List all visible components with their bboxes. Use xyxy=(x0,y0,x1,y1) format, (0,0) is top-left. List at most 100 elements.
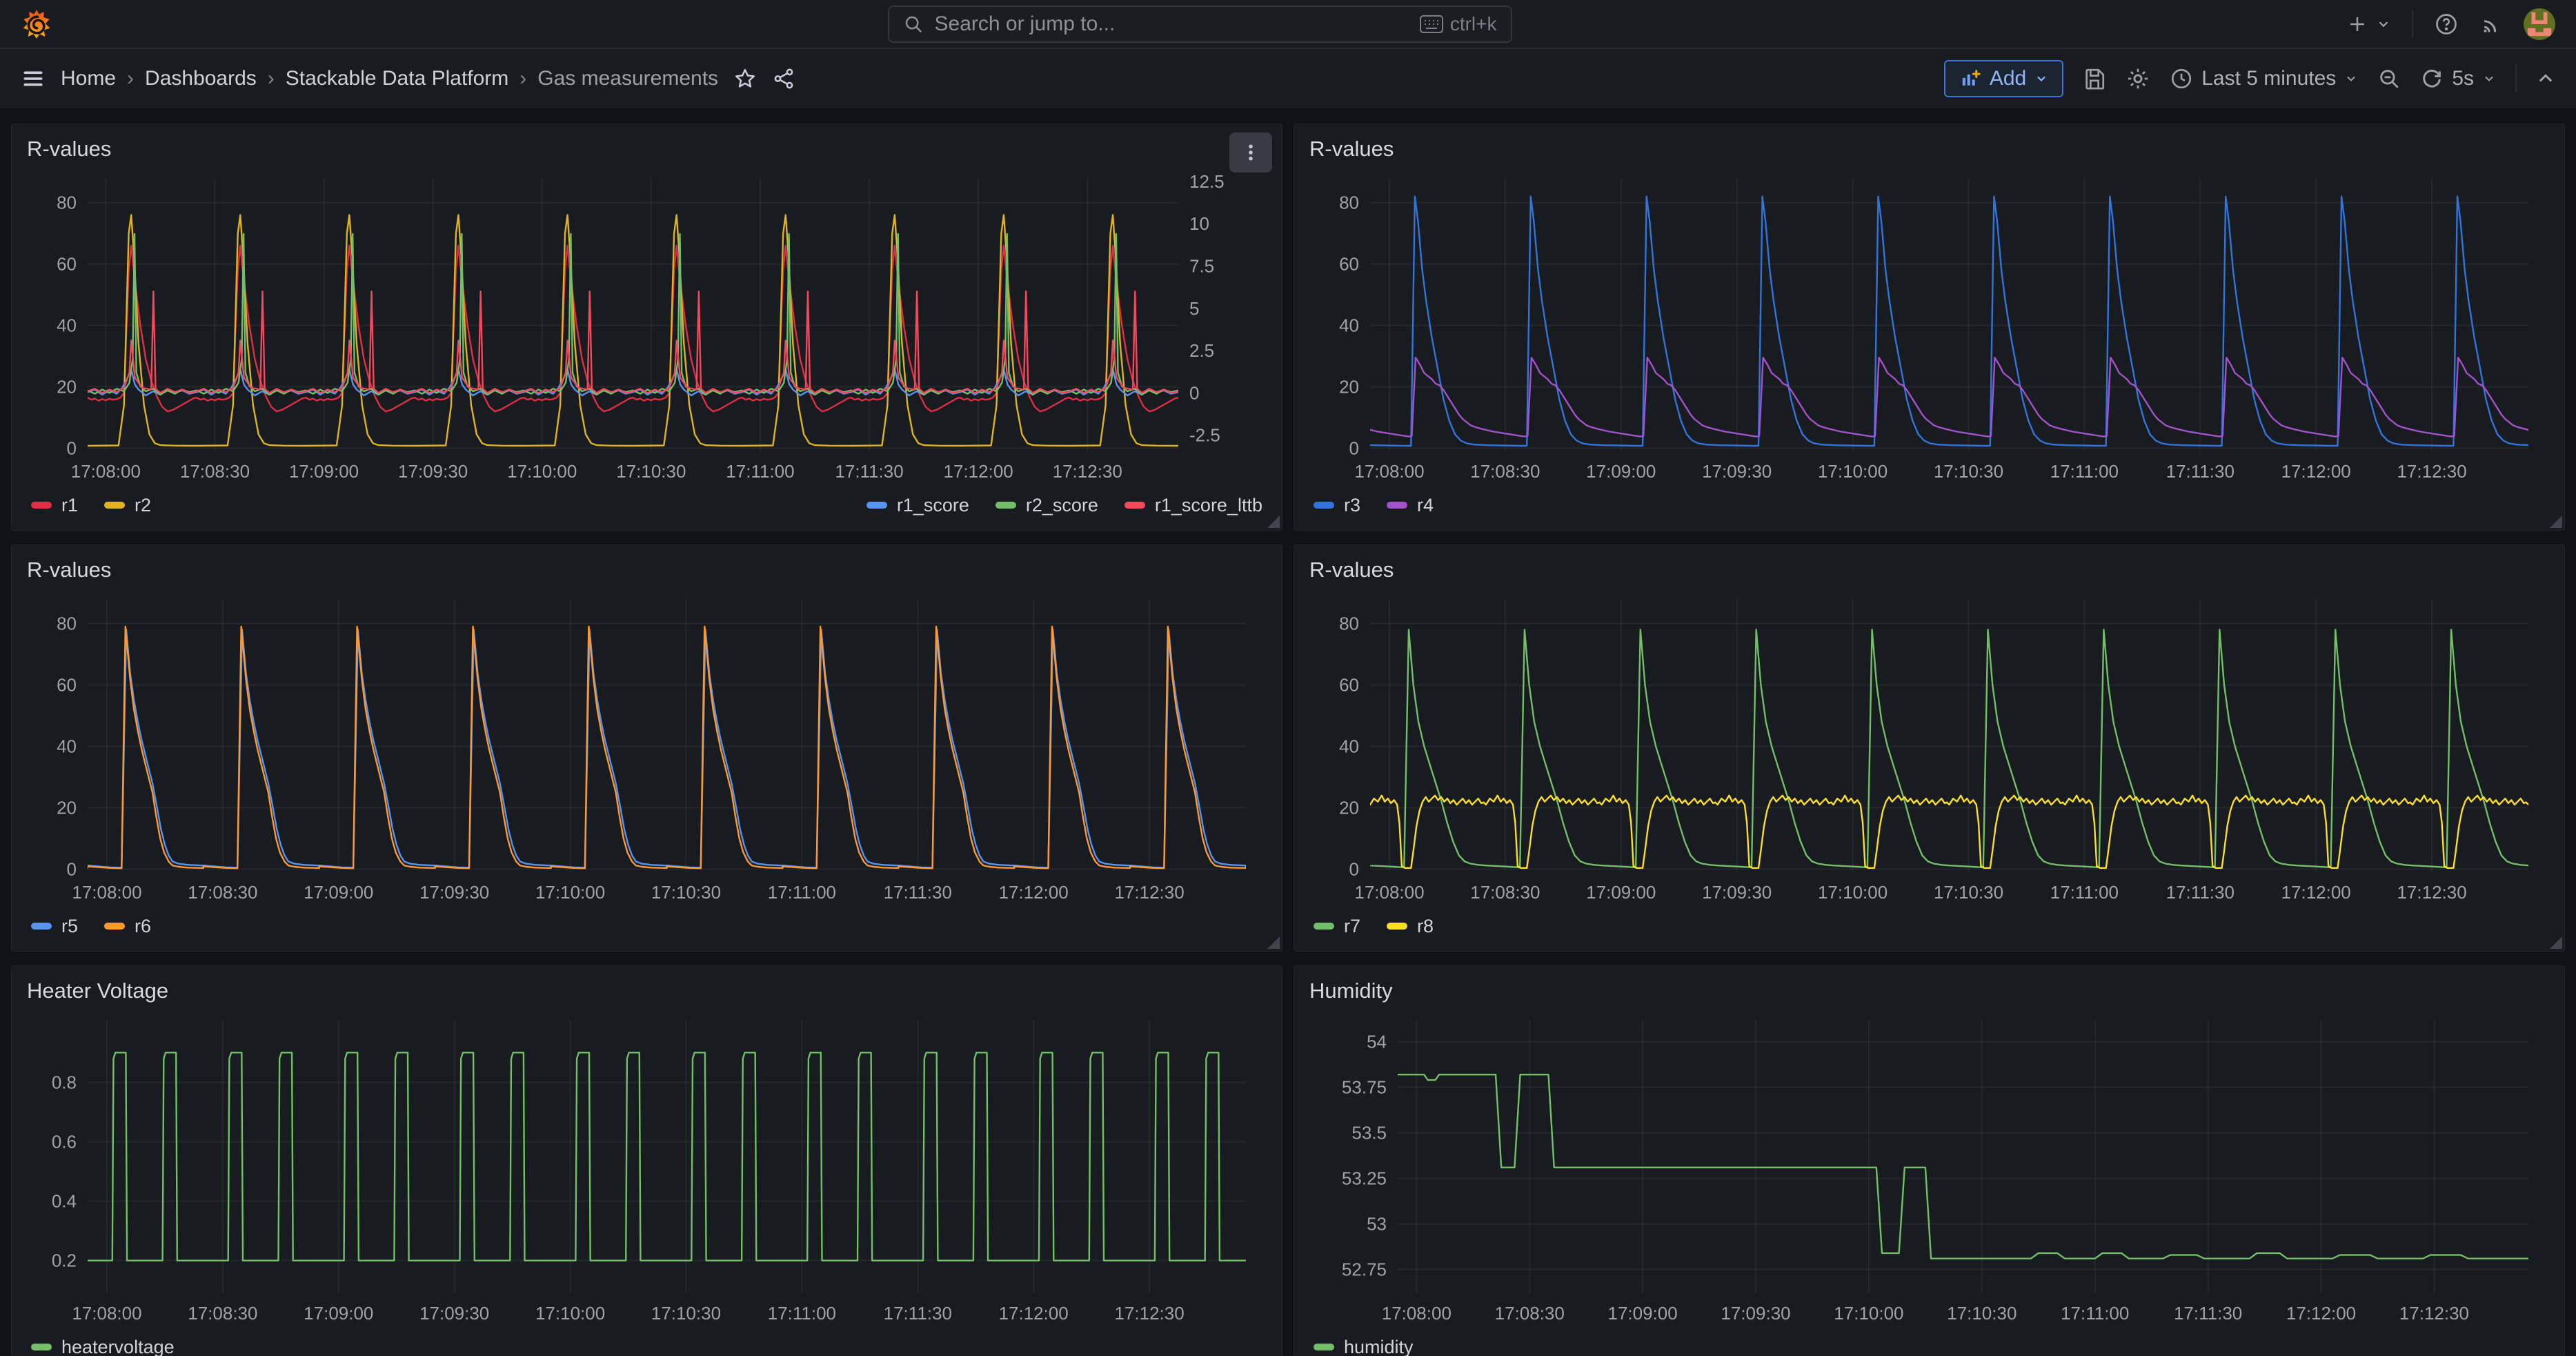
panel-title[interactable]: R-values xyxy=(1309,558,2549,589)
star-icon xyxy=(733,67,757,90)
legend-item[interactable]: r7 xyxy=(1314,916,1360,937)
svg-text:17:10:30: 17:10:30 xyxy=(1934,882,2003,903)
panel-legend: r3 r4 xyxy=(1309,489,2549,522)
time-series-chart[interactable]: 02040608017:08:0017:08:3017:09:0017:09:3… xyxy=(1309,168,2549,489)
svg-text:17:12:30: 17:12:30 xyxy=(2397,461,2466,482)
legend-label: heatervoltage xyxy=(61,1337,175,1356)
legend-item[interactable]: humidity xyxy=(1314,1337,1414,1356)
chevron-down-icon xyxy=(2482,72,2496,86)
panel-menu-button[interactable] xyxy=(1229,132,1272,173)
mega-menu-button[interactable] xyxy=(21,66,46,91)
svg-text:17:12:00: 17:12:00 xyxy=(2281,882,2351,903)
breadcrumb-item[interactable]: Dashboards xyxy=(145,67,257,90)
legend-item[interactable]: r6 xyxy=(104,916,151,937)
svg-text:20: 20 xyxy=(57,798,77,818)
svg-text:0.2: 0.2 xyxy=(52,1250,77,1271)
svg-text:17:12:30: 17:12:30 xyxy=(1053,461,1122,482)
dashboard-settings-button[interactable] xyxy=(2126,66,2150,91)
time-series-chart[interactable]: 02040608017:08:0017:08:3017:09:0017:09:3… xyxy=(27,589,1267,910)
svg-text:20: 20 xyxy=(1339,377,1359,397)
add-panel-button[interactable]: Add xyxy=(1944,60,2063,97)
svg-text:17:10:00: 17:10:00 xyxy=(535,1303,605,1324)
legend-item[interactable]: r3 xyxy=(1314,495,1360,516)
panel-title[interactable]: R-values xyxy=(27,558,1267,589)
collapse-toolbar-button[interactable] xyxy=(2536,69,2555,88)
svg-text:0.6: 0.6 xyxy=(52,1131,77,1152)
legend-swatch xyxy=(104,923,125,930)
svg-text:0.8: 0.8 xyxy=(52,1072,77,1092)
svg-text:17:11:00: 17:11:00 xyxy=(2050,461,2119,482)
svg-text:60: 60 xyxy=(1339,675,1359,696)
add-new-button[interactable] xyxy=(2347,14,2391,35)
refresh-picker[interactable]: 5s xyxy=(2420,67,2496,90)
svg-text:20: 20 xyxy=(57,377,77,397)
legend-label: r1_score xyxy=(897,495,969,516)
svg-text:10: 10 xyxy=(1189,213,1209,234)
svg-text:5: 5 xyxy=(1189,298,1199,319)
panel-resize-handle[interactable] xyxy=(1267,936,1280,949)
panel-title[interactable]: Heater Voltage xyxy=(27,979,1267,1010)
legend-label: r4 xyxy=(1417,495,1434,516)
legend-item[interactable]: r1_score_lttb xyxy=(1124,495,1262,516)
chart-canvas: 02040608017:08:0017:08:3017:09:0017:09:3… xyxy=(1309,589,2549,910)
legend-item[interactable]: r2 xyxy=(104,495,151,516)
time-range-picker[interactable]: Last 5 minutes xyxy=(2170,67,2358,90)
kebab-icon xyxy=(1240,142,1261,163)
save-dashboard-button[interactable] xyxy=(2083,67,2106,90)
grafana-logo[interactable] xyxy=(21,8,52,40)
legend-label: r1_score_lttb xyxy=(1155,495,1262,516)
series-r5 xyxy=(27,630,1267,868)
panel-title[interactable]: R-values xyxy=(27,137,1267,168)
legend-item[interactable]: r2_score xyxy=(995,495,1098,516)
legend-item[interactable]: r1 xyxy=(31,495,78,516)
legend-item[interactable]: r8 xyxy=(1387,916,1434,937)
zoom-out-button[interactable] xyxy=(2377,67,2401,90)
avatar[interactable] xyxy=(2524,8,2555,40)
legend-swatch xyxy=(1314,502,1334,509)
series-heatervoltage xyxy=(27,1052,1267,1260)
breadcrumb-item[interactable]: Home xyxy=(61,67,116,90)
legend-label: r2_score xyxy=(1026,495,1098,516)
panel-resize-handle[interactable] xyxy=(1267,515,1280,528)
legend-item[interactable]: heatervoltage xyxy=(31,1337,175,1356)
time-series-chart[interactable]: 52.755353.2553.553.755417:08:0017:08:301… xyxy=(1309,1010,2549,1330)
series-r7 xyxy=(1309,630,2549,867)
add-panel-label: Add xyxy=(1990,67,2026,90)
help-button[interactable] xyxy=(2434,12,2459,37)
legend-swatch xyxy=(1314,1344,1334,1350)
search-input[interactable]: Search or jump to... ctrl+k xyxy=(888,6,1512,43)
news-button[interactable] xyxy=(2479,12,2503,36)
time-series-chart[interactable]: 020406080-2.502.557.51012.517:08:0017:08… xyxy=(27,168,1267,489)
svg-text:17:10:30: 17:10:30 xyxy=(1934,461,2003,482)
legend-item[interactable]: r1_score xyxy=(866,495,969,516)
panel-resize-handle[interactable] xyxy=(2550,515,2562,528)
svg-text:17:12:00: 17:12:00 xyxy=(2281,461,2351,482)
gear-icon xyxy=(2126,66,2150,91)
share-button[interactable] xyxy=(772,67,795,90)
svg-text:0: 0 xyxy=(1349,438,1359,459)
svg-text:17:09:30: 17:09:30 xyxy=(1721,1303,1790,1324)
help-icon xyxy=(2434,12,2459,37)
panel-title[interactable]: Humidity xyxy=(1309,979,2549,1010)
breadcrumb-item[interactable]: Stackable Data Platform xyxy=(286,67,508,90)
svg-text:17:11:30: 17:11:30 xyxy=(2174,1303,2242,1324)
svg-text:17:12:00: 17:12:00 xyxy=(944,461,1013,482)
legend-label: r6 xyxy=(135,916,151,937)
svg-text:40: 40 xyxy=(1339,315,1359,336)
legend-label: r1 xyxy=(61,495,78,516)
svg-text:17:09:30: 17:09:30 xyxy=(419,1303,489,1324)
favorite-button[interactable] xyxy=(733,67,757,90)
panel-resize-handle[interactable] xyxy=(2550,936,2562,949)
svg-text:17:12:30: 17:12:30 xyxy=(1114,882,1184,903)
time-series-chart[interactable]: 0.20.40.60.817:08:0017:08:3017:09:0017:0… xyxy=(27,1010,1267,1330)
time-series-chart[interactable]: 02040608017:08:0017:08:3017:09:0017:09:3… xyxy=(1309,589,2549,910)
svg-text:20: 20 xyxy=(1339,798,1359,818)
refresh-icon xyxy=(2420,67,2444,90)
svg-text:17:10:30: 17:10:30 xyxy=(651,882,721,903)
legend-item[interactable]: r4 xyxy=(1387,495,1434,516)
panel-title[interactable]: R-values xyxy=(1309,137,2549,168)
chart-canvas: 02040608017:08:0017:08:3017:09:0017:09:3… xyxy=(27,589,1267,910)
legend-item[interactable]: r5 xyxy=(31,916,78,937)
svg-text:7.5: 7.5 xyxy=(1189,256,1214,277)
svg-text:17:12:00: 17:12:00 xyxy=(999,882,1069,903)
